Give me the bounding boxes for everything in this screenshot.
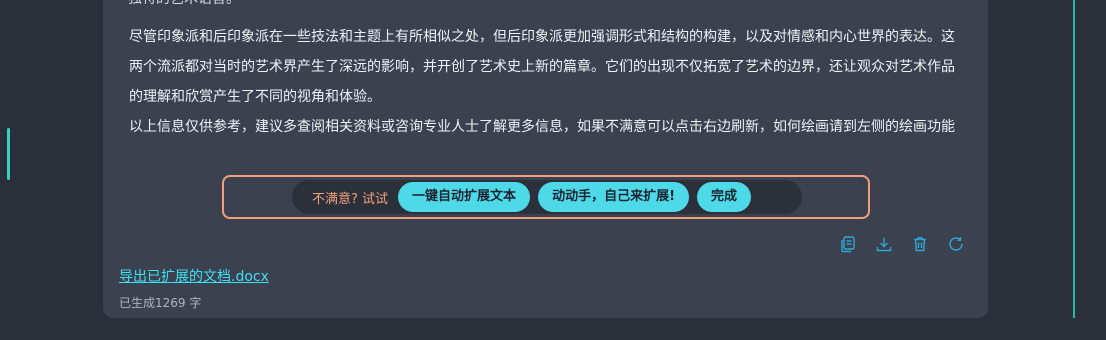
- export-docx-link[interactable]: 导出已扩展的文档.docx: [119, 266, 269, 286]
- auto-expand-button[interactable]: 一键自动扩展文本: [398, 182, 531, 212]
- trash-icon[interactable]: [911, 235, 929, 253]
- manual-expand-button[interactable]: 动动手，自己来扩展!: [538, 182, 689, 212]
- done-button[interactable]: 完成: [697, 182, 752, 212]
- refresh-icon[interactable]: [947, 235, 965, 253]
- left-accent-bar: [7, 128, 10, 180]
- response-toolbar: [839, 235, 965, 253]
- truncated-text-line: 独特的艺术语言。: [128, 0, 548, 8]
- generated-char-count: 已生成1269 字: [119, 296, 202, 310]
- suggestion-bar: 不满意? 试试 一键自动扩展文本 动动手，自己来扩展! 完成: [292, 180, 802, 214]
- response-card: 独特的艺术语言。 尽管印象派和后印象派在一些技法和主题上有所相似之处，但后印象派…: [103, 0, 988, 318]
- right-divider-line: [1073, 0, 1075, 318]
- download-icon[interactable]: [875, 235, 893, 253]
- suggestion-label: 不满意? 试试: [312, 191, 389, 207]
- copy-icon[interactable]: [839, 235, 857, 253]
- response-paragraph-2: 以上信息仅供参考，建议多查阅相关资料或咨询专业人士了解更多信息，如果不满意可以点…: [129, 119, 955, 135]
- suggestion-box: 不满意? 试试 一键自动扩展文本 动动手，自己来扩展! 完成: [222, 175, 870, 219]
- response-paragraph-1: 尽管印象派和后印象派在一些技法和主题上有所相似之处，但后印象派更加强调形式和结构…: [129, 29, 955, 105]
